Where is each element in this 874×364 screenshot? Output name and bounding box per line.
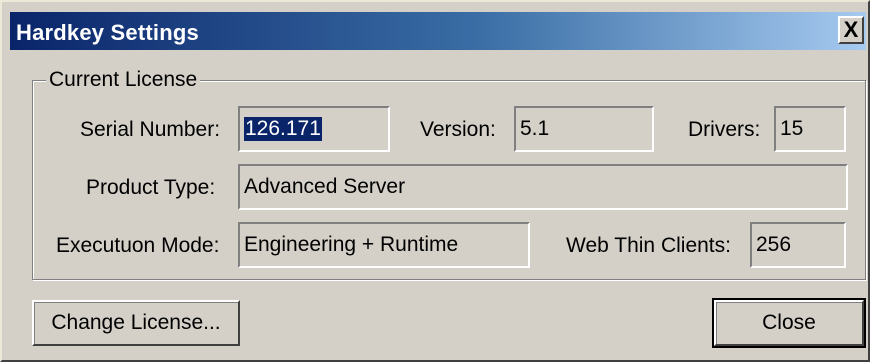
web-thin-clients-field[interactable]: 256	[750, 222, 846, 268]
serial-number-value: 126.171	[244, 117, 322, 141]
drivers-value: 15	[780, 117, 804, 140]
execution-mode-value: Engineering + Runtime	[244, 233, 459, 256]
version-value: 5.1	[520, 117, 550, 140]
change-license-button[interactable]: Change License...	[32, 300, 240, 346]
drivers-label: Drivers:	[688, 118, 761, 141]
hardkey-settings-dialog: Hardkey Settings X Current License Seria…	[0, 0, 870, 362]
window-title: Hardkey Settings	[16, 20, 199, 45]
version-field[interactable]: 5.1	[514, 106, 654, 152]
web-thin-clients-label: Web Thin Clients:	[566, 234, 731, 257]
execution-mode-label: Executuon Mode:	[56, 234, 220, 257]
serial-number-label: Serial Number:	[80, 118, 221, 141]
close-icon[interactable]: X	[838, 16, 864, 44]
close-glyph: X	[843, 17, 859, 42]
current-license-label: Current License	[46, 68, 201, 92]
product-type-label: Product Type:	[86, 176, 216, 199]
title-bar[interactable]: Hardkey Settings X	[10, 12, 866, 50]
drivers-field[interactable]: 15	[774, 106, 846, 152]
serial-number-field[interactable]: 126.171	[238, 106, 390, 152]
product-type-field[interactable]: Advanced Server	[238, 164, 848, 210]
close-button[interactable]: Close	[712, 298, 866, 348]
execution-mode-field[interactable]: Engineering + Runtime	[238, 222, 530, 268]
product-type-value: Advanced Server	[244, 175, 406, 198]
web-thin-clients-value: 256	[756, 233, 792, 256]
version-label: Version:	[420, 118, 496, 141]
